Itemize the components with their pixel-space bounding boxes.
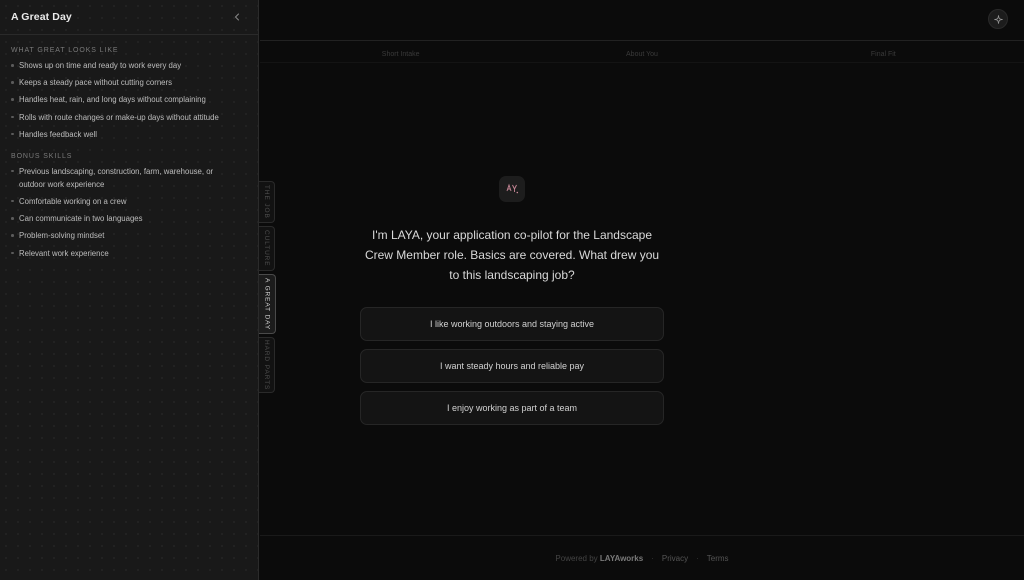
reply-option-team[interactable]: I enjoy working as part of a team xyxy=(360,391,664,425)
list-item: Handles heat, rain, and long days withou… xyxy=(11,93,247,106)
progress-steps: Short Intake About You Final Fit xyxy=(260,51,1024,63)
section-heading-bonus-skills: BONUS SKILLS xyxy=(11,152,73,160)
chat-start: I'm LAYA, your application co-pilot for … xyxy=(360,176,664,433)
privacy-link[interactable]: Privacy xyxy=(662,554,688,563)
step-short-intake: Short Intake xyxy=(381,51,420,58)
laya-logo-icon xyxy=(499,176,525,202)
list-item: Comfortable working on a crew xyxy=(11,195,247,208)
list-item: Shows up on time and ready to work every… xyxy=(11,59,247,72)
brand-link[interactable]: LAYAworks xyxy=(600,554,643,563)
sparkle-button[interactable] xyxy=(988,9,1008,29)
terms-link[interactable]: Terms xyxy=(707,554,729,563)
list-item: Can communicate in two languages xyxy=(11,212,247,225)
section-heading-what-great-looks-like: WHAT GREAT LOOKS LIKE xyxy=(11,47,119,54)
list-item: Relevant work experience xyxy=(11,247,247,260)
assistant-intro-message: I'm LAYA, your application co-pilot for … xyxy=(364,228,660,282)
bonus-skills-list: Previous landscaping, construction, farm… xyxy=(0,165,258,260)
main-area: Short Intake About You Final Fit I'm LAY… xyxy=(260,0,1024,580)
footer-separator: · xyxy=(696,553,699,563)
collapse-sidebar-button[interactable] xyxy=(230,10,244,24)
list-item: Rolls with route changes or make-up days… xyxy=(11,111,247,124)
sidebar-title: A Great Day xyxy=(11,11,72,23)
top-bar xyxy=(260,0,1024,41)
powered-by-text: Powered by xyxy=(555,553,598,563)
reply-option-steady-hours[interactable]: I want steady hours and reliable pay xyxy=(360,349,664,383)
footer: Powered by LAYAworks · Privacy · Terms xyxy=(260,535,1024,580)
footer-separator: · xyxy=(651,553,654,563)
sparkle-icon xyxy=(993,14,1003,24)
list-item: Keeps a steady pace without cutting corn… xyxy=(11,76,247,89)
step-final-fit: Final Fit xyxy=(870,51,896,58)
list-item: Problem-solving mindset xyxy=(11,229,247,242)
list-item: Handles feedback well xyxy=(11,128,247,141)
sidebar-panel: A Great Day WHAT GREAT LOOKS LIKE Shows … xyxy=(0,0,259,580)
reply-option-outdoors[interactable]: I like working outdoors and staying acti… xyxy=(360,307,664,341)
list-item: Previous landscaping, construction, farm… xyxy=(11,165,247,191)
sidebar-header: A Great Day xyxy=(0,0,258,35)
great-looks-like-list: Shows up on time and ready to work every… xyxy=(0,59,258,141)
chevron-left-icon xyxy=(234,13,239,21)
step-about-you: About You xyxy=(626,51,658,58)
